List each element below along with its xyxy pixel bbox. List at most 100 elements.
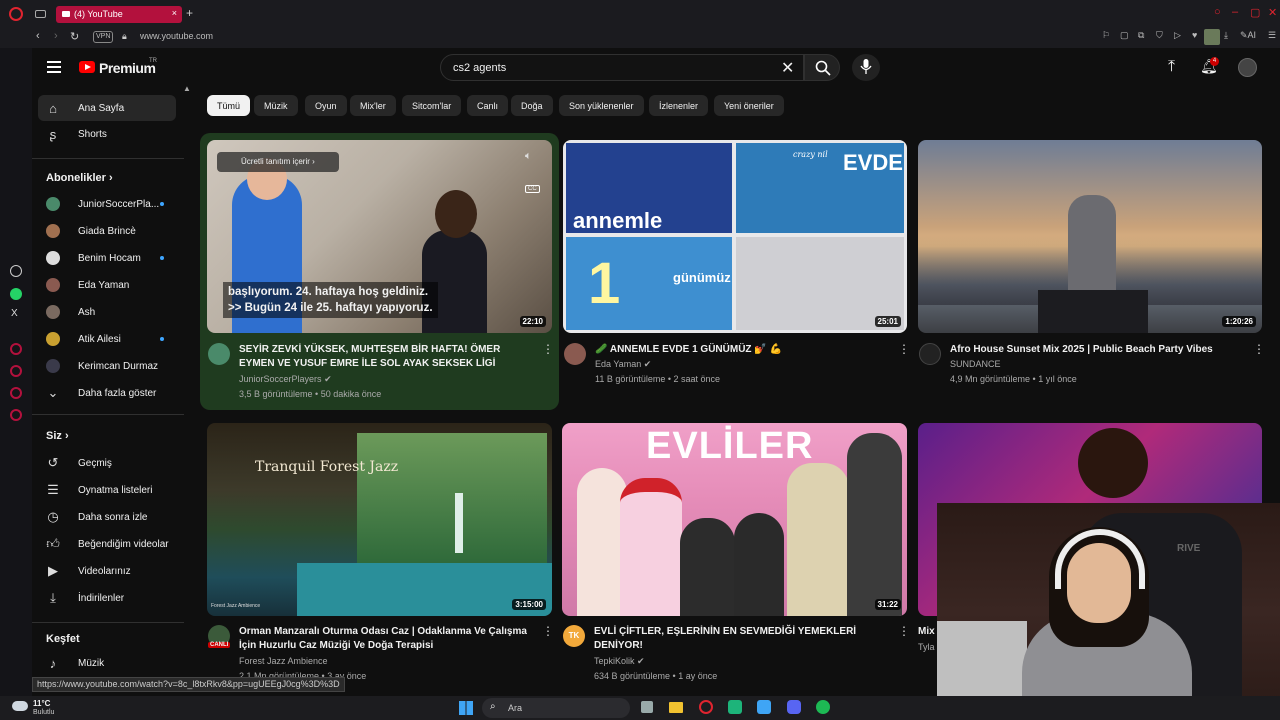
windows-start-icon[interactable] bbox=[459, 701, 473, 715]
snapshot-icon[interactable]: ▢ bbox=[1120, 30, 1129, 41]
new-tab-button[interactable]: + bbox=[186, 6, 193, 20]
sidebar-item-subscription[interactable]: Eda Yaman bbox=[38, 272, 176, 298]
youtube-logo[interactable]: Premium TR bbox=[78, 58, 168, 78]
tab-overview-icon[interactable] bbox=[35, 10, 46, 18]
tab-youtube[interactable]: (4) YouTube × bbox=[56, 6, 182, 23]
sidebar-item-music[interactable]: ♪ Müzik bbox=[38, 650, 176, 676]
channel-name[interactable]: JuniorSoccerPlayers ✔ bbox=[239, 372, 381, 387]
app-icon[interactable] bbox=[757, 700, 771, 714]
vpn-badge[interactable]: VPN bbox=[93, 31, 114, 43]
sidebar-scroll-up-icon[interactable]: ▲ bbox=[183, 84, 191, 93]
taskbar-search[interactable]: ⌕ Ara bbox=[482, 698, 630, 718]
sidebar-item-subscription[interactable]: Benim Hocam bbox=[38, 245, 176, 271]
account-avatar[interactable] bbox=[1238, 58, 1257, 77]
clock-side-icon[interactable] bbox=[10, 387, 22, 399]
you-heading[interactable]: Siz › bbox=[46, 430, 69, 442]
sidebar-item-subscription[interactable]: JuniorSoccerPla... bbox=[38, 191, 176, 217]
chip-filter[interactable]: İzlenenler bbox=[649, 95, 709, 116]
more-options-icon[interactable]: ⋮ bbox=[898, 342, 910, 356]
forward-icon[interactable]: › bbox=[54, 30, 58, 42]
discord-icon[interactable] bbox=[787, 700, 801, 714]
sidebar-item-subscription[interactable]: Giada Brincè bbox=[38, 218, 176, 244]
voice-search-button[interactable] bbox=[852, 54, 880, 81]
extension-icon[interactable]: ⤓ bbox=[1224, 30, 1228, 41]
x-icon[interactable]: X bbox=[11, 308, 18, 319]
weather-widget[interactable]: 11°C Bulutlu bbox=[12, 698, 72, 718]
history-side-icon[interactable] bbox=[10, 365, 22, 377]
ai-label[interactable]: ✎AI bbox=[1240, 30, 1256, 41]
reload-icon[interactable]: ↻ bbox=[70, 30, 79, 43]
clear-search-icon[interactable]: ✕ bbox=[781, 58, 794, 78]
play-icon[interactable]: ▷ bbox=[1174, 30, 1181, 41]
channel-name[interactable]: TepkiKolik ✔ bbox=[594, 654, 717, 669]
more-options-icon[interactable]: ⋮ bbox=[898, 624, 910, 638]
sidebar-item-watch-later[interactable]: ◷ Daha sonra izle bbox=[38, 504, 176, 530]
heart-icon[interactable]: ♥ bbox=[1192, 30, 1197, 40]
file-explorer-icon[interactable] bbox=[669, 702, 683, 713]
whatsapp-icon[interactable] bbox=[10, 288, 22, 300]
sidebar-item-home[interactable]: ⌂ Ana Sayfa bbox=[38, 95, 176, 121]
tabs-icon[interactable]: ⧉ bbox=[1138, 30, 1144, 41]
chip-filter[interactable]: Tümü bbox=[207, 95, 251, 116]
sidebar-item-shorts[interactable]: ʂ Shorts bbox=[38, 121, 176, 147]
promo-chip[interactable]: Ücretli tanıtım içerir › bbox=[217, 152, 339, 172]
sidebar-item-subscription[interactable]: Kerimcan Durmaz bbox=[38, 353, 176, 379]
search-button[interactable] bbox=[804, 54, 840, 81]
video-title[interactable]: EVLİ ÇİFTLER, EŞLERİNİN EN SEVMEDİĞİ YEM… bbox=[594, 625, 894, 653]
video-thumbnail[interactable]: 1:20:26 bbox=[918, 140, 1262, 333]
tab-close-icon[interactable]: × bbox=[172, 8, 177, 18]
profile-thumb-icon[interactable] bbox=[1204, 29, 1220, 45]
subscriptions-heading[interactable]: Abonelikler › bbox=[46, 172, 113, 184]
sidebar-item-your-videos[interactable]: ▶ Videolarınız bbox=[38, 558, 176, 584]
chip-filter[interactable]: Doğa bbox=[511, 95, 553, 116]
app-icon[interactable] bbox=[728, 700, 742, 714]
channel-name[interactable]: Forest Jazz Ambience bbox=[239, 654, 366, 669]
minimize-icon[interactable]: ○ bbox=[1214, 6, 1221, 18]
video-title[interactable]: SEYİR ZEVKİ YÜKSEK, MUHTEŞEM BİR HAFTA! … bbox=[239, 343, 539, 371]
sidebar-item-playlist[interactable]: ☰ Oynatma listeleri bbox=[38, 477, 176, 503]
close-window-icon[interactable]: ✕ bbox=[1268, 6, 1277, 19]
settings-side-icon[interactable] bbox=[10, 409, 22, 421]
video-thumbnail[interactable]: Tranquil Forest Jazz Forest Jazz Ambienc… bbox=[207, 423, 552, 616]
more-options-icon[interactable]: ⋮ bbox=[542, 342, 554, 356]
opera-logo-icon[interactable] bbox=[9, 7, 23, 21]
channel-name[interactable]: Tyla bbox=[918, 640, 935, 655]
restore-icon[interactable]: – bbox=[1232, 6, 1238, 18]
chip-filter[interactable]: Mix'ler bbox=[350, 95, 396, 116]
sidebar-item-download[interactable]: ⤓ İndirilenler bbox=[38, 585, 176, 611]
chip-filter[interactable]: Oyun bbox=[305, 95, 347, 116]
chip-filter[interactable]: Son yüklenenler bbox=[559, 95, 644, 116]
channel-name[interactable]: SUNDANCE bbox=[950, 357, 1077, 372]
chip-filter[interactable]: Yeni öneriler bbox=[714, 95, 784, 116]
player-icon[interactable] bbox=[10, 343, 22, 355]
sidebar-item-like[interactable]: 👍︎ Beğendiğim videolar bbox=[38, 531, 176, 557]
menu-icon[interactable]: ☰ bbox=[1268, 30, 1276, 41]
sidebar-item-subscription[interactable]: Atik Ailesi bbox=[38, 326, 176, 352]
shield-icon[interactable]: ⛉ bbox=[1156, 30, 1163, 41]
video-title[interactable]: Afro House Sunset Mix 2025 | Public Beac… bbox=[950, 343, 1250, 357]
search-input[interactable]: cs2 agents ✕ bbox=[440, 54, 804, 81]
channel-name[interactable]: Eda Yaman ✔ bbox=[595, 357, 720, 372]
hamburger-menu-icon[interactable] bbox=[47, 61, 61, 73]
url-field[interactable]: www.youtube.com bbox=[140, 31, 213, 41]
chip-filter[interactable]: Canlı bbox=[467, 95, 509, 116]
channel-avatar[interactable]: TK bbox=[563, 625, 585, 647]
channel-avatar[interactable] bbox=[564, 343, 586, 365]
mute-icon[interactable]: 🔈︎ bbox=[525, 150, 532, 163]
video-title[interactable]: Orman Manzaralı Oturma Odası Caz | Odakl… bbox=[239, 625, 539, 653]
cc-badge[interactable]: CC bbox=[525, 185, 540, 193]
chatgpt-icon[interactable] bbox=[10, 265, 22, 277]
chip-filter[interactable]: Müzik bbox=[254, 95, 298, 116]
video-title[interactable]: Mix bbox=[918, 625, 935, 639]
video-thumbnail[interactable]: annemle EVDE crazy nil 1 günümüz 25:01 bbox=[563, 140, 907, 333]
video-thumbnail[interactable]: EVLİLER 31:22 bbox=[562, 423, 907, 616]
sidebar-item-history[interactable]: ↺ Geçmiş bbox=[38, 450, 176, 476]
channel-avatar[interactable] bbox=[919, 343, 941, 365]
more-options-icon[interactable]: ⋮ bbox=[542, 624, 554, 638]
maximize-icon[interactable]: ▢ bbox=[1250, 6, 1260, 19]
spotify-icon[interactable] bbox=[816, 700, 830, 714]
create-upload-icon[interactable]: ⤒ bbox=[1168, 58, 1175, 76]
opera-taskbar-icon[interactable] bbox=[699, 700, 713, 714]
task-view-icon[interactable] bbox=[641, 701, 653, 713]
bookmark-icon[interactable]: ⚐ bbox=[1102, 30, 1110, 41]
